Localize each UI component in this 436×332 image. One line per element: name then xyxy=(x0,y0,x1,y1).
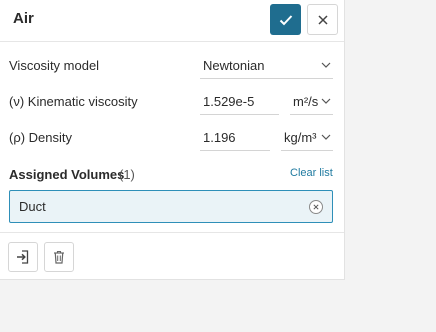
assign-button[interactable] xyxy=(8,242,38,272)
assigned-volumes-count: (1) xyxy=(119,167,135,182)
viscosity-model-value: Newtonian xyxy=(203,57,265,73)
panel-header: Air xyxy=(0,0,344,42)
close-button[interactable] xyxy=(307,4,338,35)
kinematic-viscosity-label: (ν) Kinematic viscosity xyxy=(9,94,138,109)
clear-list-link[interactable]: Clear list xyxy=(290,167,333,179)
density-unit-select[interactable]: kg/m³ xyxy=(281,124,333,151)
viscosity-model-label: Viscosity model xyxy=(9,58,100,73)
kinematic-viscosity-input[interactable]: 1.529e-5 xyxy=(200,88,279,115)
close-icon xyxy=(317,14,328,25)
chevron-down-icon xyxy=(319,62,333,68)
kinematic-viscosity-unit-select[interactable]: m²/s xyxy=(290,88,333,115)
kinematic-viscosity-unit: m²/s xyxy=(293,93,319,109)
close-icon xyxy=(313,204,319,210)
import-icon xyxy=(17,250,29,264)
panel-title: Air xyxy=(13,10,34,27)
assigned-volume-label: Duct xyxy=(19,199,46,214)
delete-button[interactable] xyxy=(44,242,74,272)
trash-icon xyxy=(54,250,64,264)
footer-divider xyxy=(0,232,344,233)
assigned-volume-item[interactable]: Duct xyxy=(9,190,333,223)
remove-volume-button[interactable] xyxy=(309,200,323,214)
chevron-down-icon xyxy=(319,98,333,104)
density-input[interactable]: 1.196 xyxy=(200,124,270,151)
chevron-down-icon xyxy=(319,134,333,140)
viscosity-model-select[interactable]: Newtonian xyxy=(200,52,333,79)
density-label: (ρ) Density xyxy=(9,130,73,145)
material-panel: Air Viscosity model Newtonian (ν) Kinema… xyxy=(0,0,345,280)
density-unit: kg/m³ xyxy=(284,129,317,145)
assigned-volumes-title: Assigned Volumes xyxy=(9,167,125,182)
check-icon xyxy=(279,14,292,25)
confirm-button[interactable] xyxy=(270,4,301,35)
